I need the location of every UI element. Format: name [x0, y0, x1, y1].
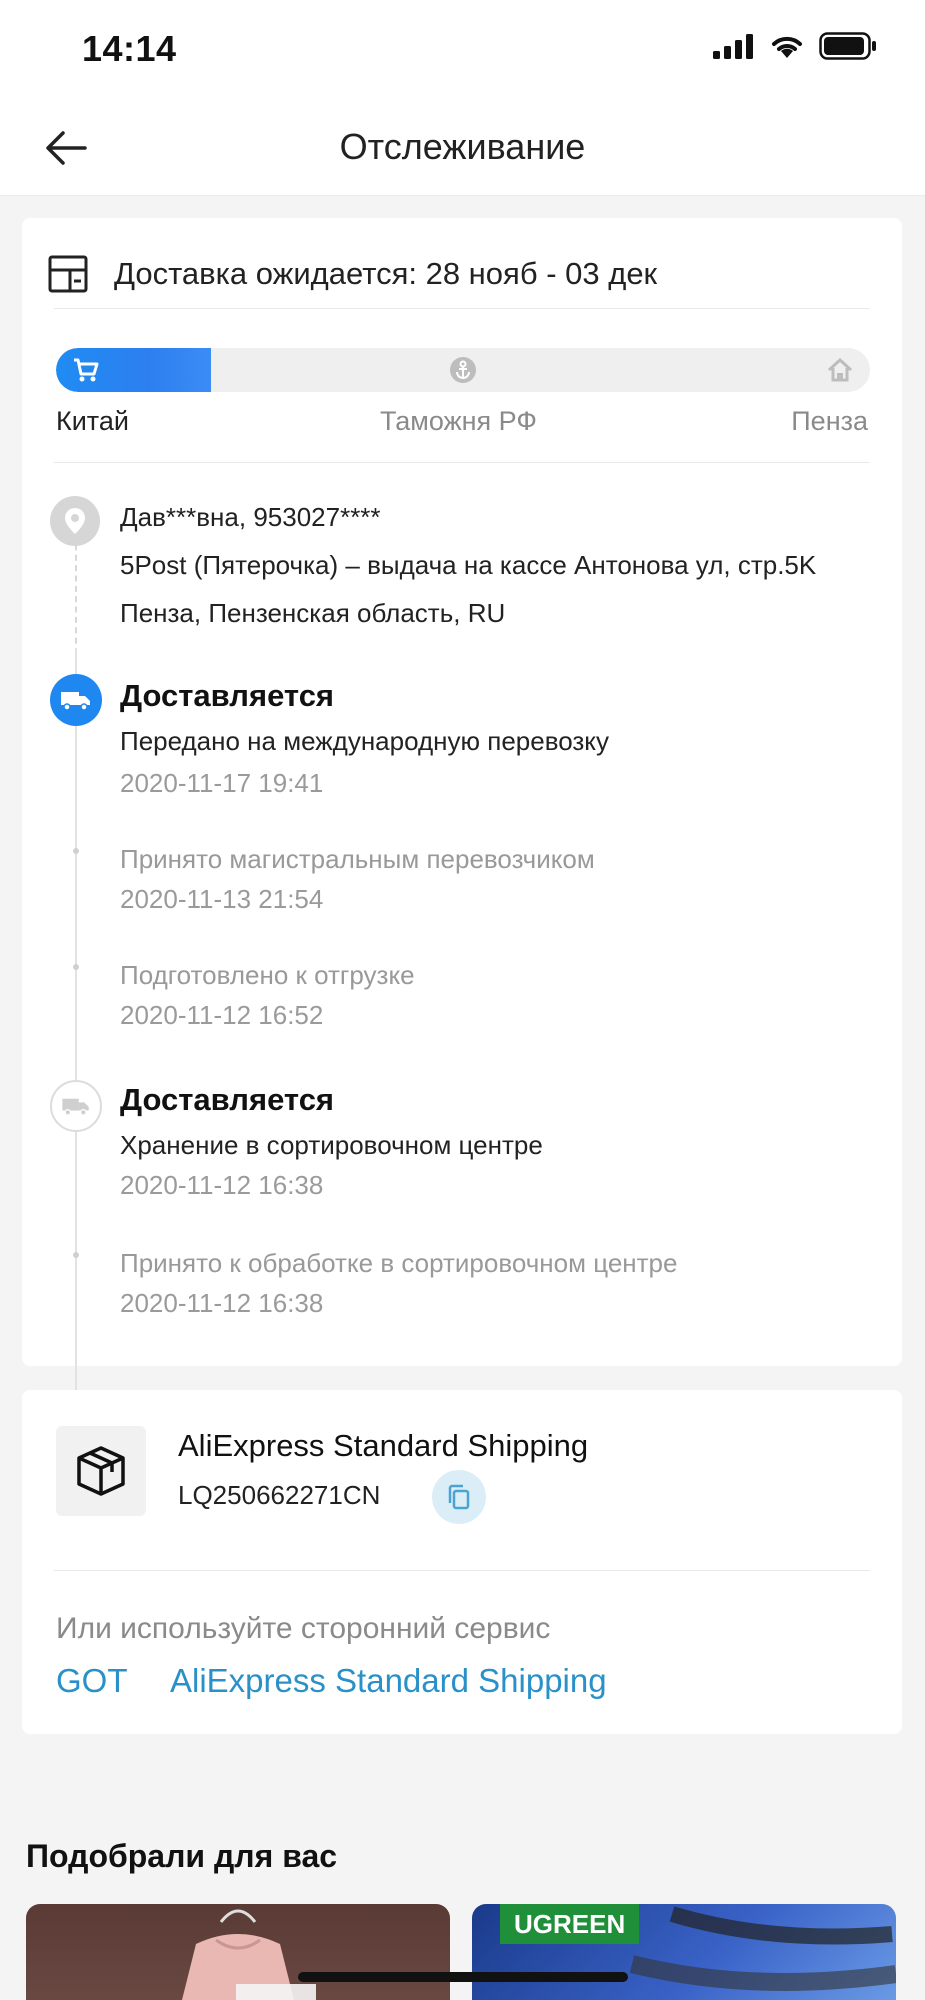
event-description: Принято магистральным перевозчиком	[120, 844, 595, 874]
event-title: Доставляется	[120, 678, 335, 713]
copy-tracking-button[interactable]	[432, 1470, 486, 1524]
status-bar: 14:14	[0, 0, 925, 100]
event-description: Принято к обработке в сортировочном цент…	[120, 1248, 678, 1278]
event-dot	[73, 848, 79, 854]
tracking-card: Доставка ожидается: 28 нояб - 03 дек Кит…	[22, 218, 902, 1538]
divider	[54, 462, 870, 463]
page-title: Отслеживание	[339, 126, 586, 167]
event-dot	[73, 964, 79, 970]
stage-label-customs: Таможня РФ	[380, 406, 537, 436]
divider	[54, 1570, 870, 1571]
product-image	[182, 1909, 316, 2000]
status-time: 14:14	[82, 28, 177, 69]
package-icon	[77, 1446, 125, 1496]
divider	[54, 308, 870, 309]
third-party-link-carrier[interactable]: AliExpress Standard Shipping	[170, 1662, 607, 1700]
product-card[interactable]	[26, 1904, 450, 2000]
wifi-icon	[772, 36, 802, 58]
address-line-1: 5Post (Пятерочка) – выдача на кассе Анто…	[120, 550, 817, 580]
copy-icon	[448, 1484, 470, 1510]
recommendations-title: Подобрали для вас	[26, 1838, 338, 1874]
stage-label-origin: Китай	[56, 406, 129, 436]
home-icon	[827, 358, 853, 382]
event-status-active	[50, 674, 102, 726]
event-date: 2020-11-17 19:41	[120, 768, 324, 798]
address-line-2: Пенза, Пензенская область, RU	[120, 598, 506, 628]
home-indicator[interactable]	[298, 1972, 628, 1982]
third-party-label: Или используйте сторонний сервис	[56, 1612, 551, 1645]
delivery-estimate: Доставка ожидается: 28 нояб - 03 дек	[48, 246, 870, 302]
carrier-name: AliExpress Standard Shipping	[178, 1428, 589, 1463]
event-date: 2020-11-12 16:38	[120, 1288, 324, 1318]
calendar-box-icon	[48, 255, 88, 293]
event-date: 2020-11-12 16:38	[120, 1170, 324, 1200]
product-card[interactable]: UGREEN	[472, 1904, 896, 2000]
stage-label-destination: Пенза	[791, 406, 868, 436]
shipping-card: AliExpress Standard Shipping LQ250662271…	[22, 1390, 902, 1734]
truck-icon	[61, 692, 90, 711]
truck-icon	[62, 1098, 89, 1116]
event-date: 2020-11-12 16:52	[120, 1000, 324, 1030]
delivery-progress-bar	[56, 348, 870, 392]
event-title: Доставляется	[120, 1082, 335, 1117]
anchor-icon	[450, 357, 476, 383]
status-icons	[711, 32, 877, 60]
event-description: Передано на международную перевозку	[120, 726, 609, 756]
signal-icon	[713, 34, 753, 59]
event-description: Подготовлено к отгрузке	[120, 960, 415, 990]
tracking-number: LQ250662271CN	[178, 1480, 381, 1510]
event-status-inactive	[50, 1080, 102, 1132]
nav-bar: Отслеживание	[0, 100, 925, 196]
location-pin-icon	[65, 508, 85, 534]
cart-icon	[74, 358, 99, 382]
third-party-link-got[interactable]: GOT	[56, 1662, 128, 1700]
brand-badge: UGREEN	[500, 1904, 640, 1944]
event-dot	[73, 1252, 79, 1258]
event-description: Хранение в сортировочном центре	[120, 1130, 543, 1160]
battery-icon	[819, 32, 876, 60]
address-pin	[50, 496, 100, 546]
recipient-name: Дав***вна, 953027****	[120, 502, 381, 532]
delivery-estimate-text: Доставка ожидается: 28 нояб - 03 дек	[114, 256, 658, 291]
package-thumbnail	[56, 1426, 146, 1516]
timeline-connector-dashed	[75, 534, 77, 654]
event-date: 2020-11-13 21:54	[120, 884, 324, 914]
